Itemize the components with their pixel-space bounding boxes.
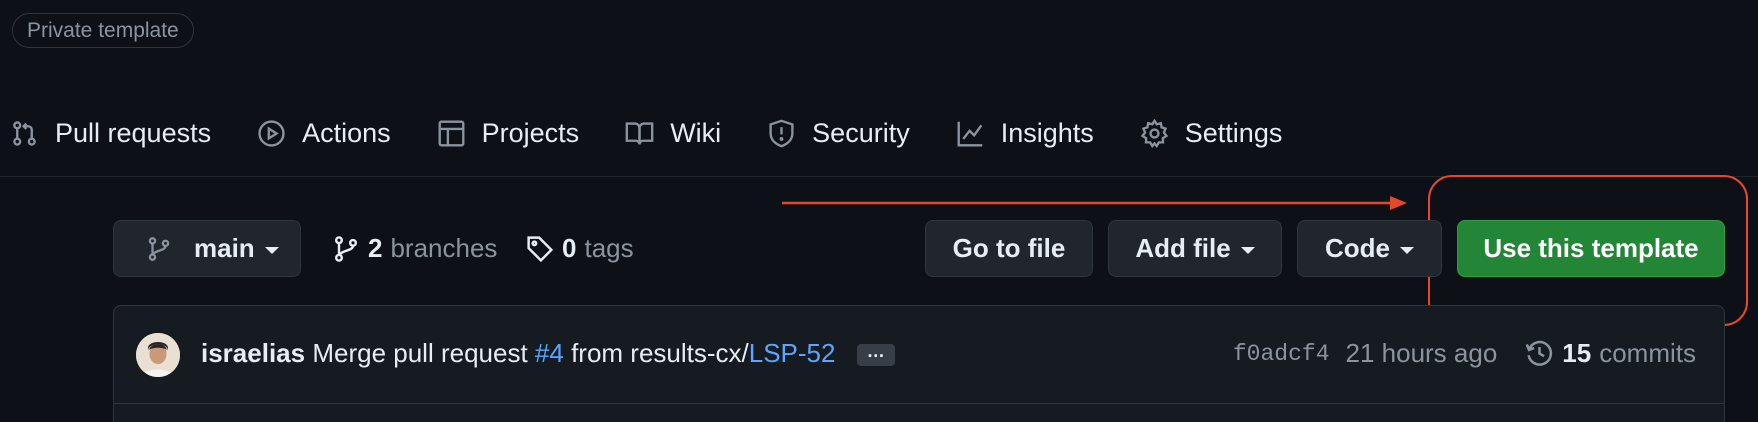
- tags-link[interactable]: 0 tags: [526, 225, 634, 272]
- expand-commit-button[interactable]: …: [856, 342, 895, 367]
- branch-icon: [148, 236, 170, 261]
- code-button[interactable]: Code: [1297, 220, 1442, 277]
- commits-count: 15: [1562, 338, 1592, 368]
- tab-label: Insights: [1000, 117, 1094, 148]
- tab-projects[interactable]: Projects: [437, 108, 580, 158]
- latest-commit-row: israelias Merge pull request #4 from res…: [114, 306, 1724, 404]
- visibility-badge: Private template: [12, 13, 194, 48]
- tab-wiki[interactable]: Wiki: [625, 108, 721, 158]
- tab-actions[interactable]: Actions: [257, 108, 391, 158]
- branch-name: main: [194, 233, 255, 263]
- commit-message-mid: from results-cx/: [571, 338, 749, 368]
- tab-label: Pull requests: [55, 117, 212, 148]
- branches-label: branches: [390, 233, 498, 263]
- tab-label: Wiki: [670, 117, 722, 148]
- commit-time: 21 hours ago: [1345, 338, 1498, 368]
- tab-label: Actions: [302, 117, 391, 148]
- gear-icon: [1140, 118, 1168, 148]
- branch-icon: [334, 235, 358, 262]
- chevron-down-icon: [1240, 246, 1255, 254]
- tab-label: Projects: [481, 117, 580, 148]
- commits-link[interactable]: 15 commits: [1525, 338, 1696, 369]
- tab-label: Security: [812, 117, 910, 148]
- add-file-label: Add file: [1135, 233, 1231, 263]
- use-this-template-button[interactable]: Use this template: [1457, 220, 1725, 277]
- repo-nav: Pull requests Actions Projects Wiki Secu…: [0, 108, 1328, 158]
- history-icon: [1525, 340, 1553, 366]
- commit-message: israelias Merge pull request #4 from res…: [201, 338, 895, 369]
- commit-author[interactable]: israelias: [201, 338, 305, 368]
- annotation-arrow: [782, 196, 1407, 210]
- commit-meta: f0adcf4 21 hours ago 15 commits: [1233, 338, 1696, 369]
- add-file-button[interactable]: Add file: [1108, 220, 1282, 277]
- commits-label: commits: [1599, 338, 1696, 368]
- branches-link[interactable]: 2 branches: [332, 225, 497, 272]
- use-this-template-label: Use this template: [1483, 233, 1699, 263]
- avatar-image: [136, 333, 180, 377]
- go-to-file-button[interactable]: Go to file: [925, 220, 1093, 277]
- repo-page: Private template Pull requests Actions P…: [0, 0, 1758, 422]
- branches-count: 2: [368, 233, 383, 263]
- table-icon: [438, 120, 465, 146]
- go-to-file-label: Go to file: [952, 233, 1066, 263]
- branch-select-button[interactable]: main: [113, 220, 301, 277]
- tab-pull-requests[interactable]: Pull requests: [10, 108, 211, 158]
- book-icon: [625, 121, 654, 145]
- latest-commit-box: israelias Merge pull request #4 from res…: [113, 305, 1725, 422]
- tab-security[interactable]: Security: [767, 108, 910, 158]
- commit-sha[interactable]: f0adcf4: [1233, 341, 1330, 367]
- tags-label: tags: [584, 233, 634, 263]
- tab-settings[interactable]: Settings: [1140, 108, 1283, 158]
- branch-link[interactable]: LSP-52: [749, 338, 836, 368]
- chevron-down-icon: [1400, 246, 1414, 254]
- tab-insights[interactable]: Insights: [956, 108, 1094, 158]
- tags-count: 0: [562, 233, 577, 263]
- play-circle-icon: [258, 119, 285, 147]
- shield-icon: [769, 119, 794, 147]
- graph-icon: [957, 121, 983, 146]
- chevron-down-icon: [264, 246, 279, 254]
- avatar[interactable]: [136, 333, 180, 377]
- pr-link[interactable]: #4: [535, 338, 564, 368]
- code-label: Code: [1325, 233, 1390, 263]
- tag-icon: [527, 235, 554, 262]
- pull-request-icon: [13, 120, 36, 146]
- tab-label: Settings: [1184, 117, 1283, 148]
- commit-message-prefix: Merge pull request: [312, 338, 528, 368]
